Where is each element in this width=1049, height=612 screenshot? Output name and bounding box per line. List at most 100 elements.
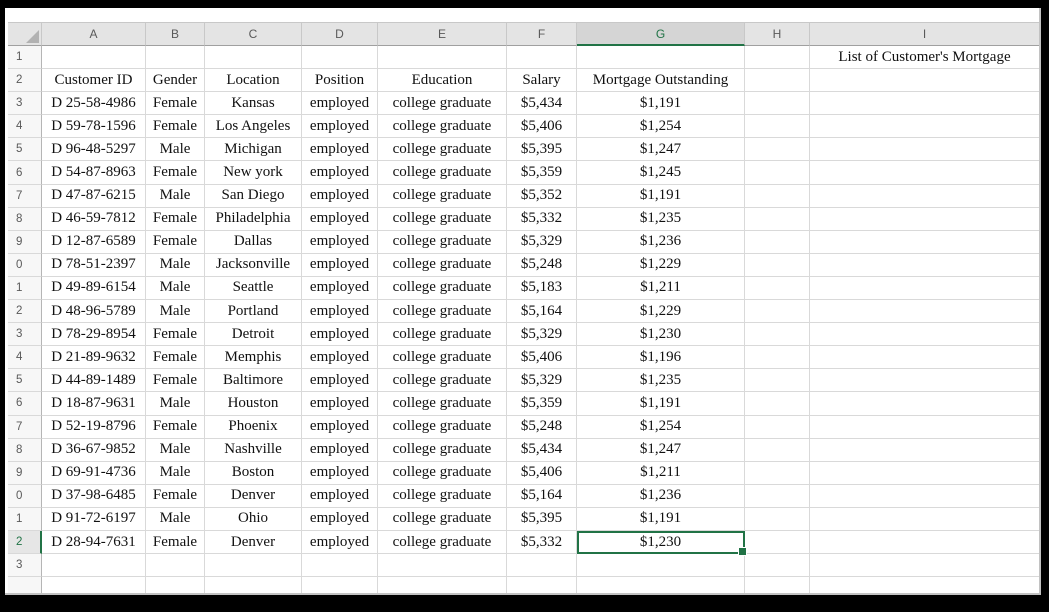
cell-B15[interactable]: Female [146, 369, 205, 393]
cell-D10[interactable]: employed [302, 253, 378, 277]
cell-G23[interactable] [577, 554, 745, 578]
cell-C18[interactable]: Nashville [205, 438, 302, 462]
cell-E23[interactable] [378, 554, 507, 578]
cell-G6[interactable]: $1,245 [577, 161, 745, 185]
cell-H18[interactable] [745, 438, 810, 462]
cell-A10[interactable]: D 78-51-2397 [42, 253, 146, 277]
cell-G21[interactable]: $1,191 [577, 507, 745, 531]
cell-F16[interactable]: $5,359 [507, 392, 577, 416]
cell-D15[interactable]: employed [302, 369, 378, 393]
column-header-F[interactable]: F [507, 22, 577, 46]
cell-I16[interactable] [810, 392, 1039, 416]
cell-I7[interactable] [810, 184, 1039, 208]
cell-D24[interactable] [302, 577, 378, 593]
cell-G12[interactable]: $1,229 [577, 300, 745, 324]
row-header-10[interactable]: 0 [8, 253, 42, 277]
cell-G15[interactable]: $1,235 [577, 369, 745, 393]
cell-A7[interactable]: D 47-87-6215 [42, 184, 146, 208]
cell-C19[interactable]: Boston [205, 461, 302, 485]
cell-H5[interactable] [745, 138, 810, 162]
cell-B8[interactable]: Female [146, 207, 205, 231]
cell-A5[interactable]: D 96-48-5297 [42, 138, 146, 162]
cell-H17[interactable] [745, 415, 810, 439]
cell-G24[interactable] [577, 577, 745, 593]
cell-I22[interactable] [810, 530, 1039, 555]
cell-B18[interactable]: Male [146, 438, 205, 462]
row-header-23[interactable]: 3 [8, 554, 42, 578]
cell-B12[interactable]: Male [146, 300, 205, 324]
cell-D20[interactable]: employed [302, 484, 378, 508]
cell-A13[interactable]: D 78-29-8954 [42, 323, 146, 347]
cell-I15[interactable] [810, 369, 1039, 393]
cell-D22[interactable]: employed [302, 530, 378, 555]
cell-G16[interactable]: $1,191 [577, 392, 745, 416]
cell-I13[interactable] [810, 323, 1039, 347]
cell-E9[interactable]: college graduate [378, 230, 507, 254]
cell-E3[interactable]: college graduate [378, 92, 507, 116]
cell-B17[interactable]: Female [146, 415, 205, 439]
cell-F1[interactable] [507, 46, 577, 70]
row-header-1[interactable]: 1 [8, 46, 42, 70]
cell-C6[interactable]: New york [205, 161, 302, 185]
cell-I9[interactable] [810, 230, 1039, 254]
cell-C15[interactable]: Baltimore [205, 369, 302, 393]
cell-A16[interactable]: D 18-87-9631 [42, 392, 146, 416]
cell-D2[interactable]: Position [302, 69, 378, 93]
cell-A15[interactable]: D 44-89-1489 [42, 369, 146, 393]
cell-E5[interactable]: college graduate [378, 138, 507, 162]
cell-A19[interactable]: D 69-91-4736 [42, 461, 146, 485]
cell-E19[interactable]: college graduate [378, 461, 507, 485]
cell-D5[interactable]: employed [302, 138, 378, 162]
row-header-9[interactable]: 9 [8, 230, 42, 254]
cell-D7[interactable]: employed [302, 184, 378, 208]
cell-H16[interactable] [745, 392, 810, 416]
cell-E13[interactable]: college graduate [378, 323, 507, 347]
cell-F18[interactable]: $5,434 [507, 438, 577, 462]
cell-B4[interactable]: Female [146, 115, 205, 139]
cell-A24[interactable] [42, 577, 146, 593]
cell-F20[interactable]: $5,164 [507, 484, 577, 508]
cell-C5[interactable]: Michigan [205, 138, 302, 162]
cell-F7[interactable]: $5,352 [507, 184, 577, 208]
cell-F3[interactable]: $5,434 [507, 92, 577, 116]
cell-B13[interactable]: Female [146, 323, 205, 347]
cell-B6[interactable]: Female [146, 161, 205, 185]
cell-F15[interactable]: $5,329 [507, 369, 577, 393]
cell-F2[interactable]: Salary [507, 69, 577, 93]
cell-C14[interactable]: Memphis [205, 346, 302, 370]
row-header-17[interactable]: 7 [8, 415, 42, 439]
column-header-B[interactable]: B [146, 22, 205, 46]
cell-A18[interactable]: D 36-67-9852 [42, 438, 146, 462]
cell-E24[interactable] [378, 577, 507, 593]
cell-E14[interactable]: college graduate [378, 346, 507, 370]
column-header-C[interactable]: C [205, 22, 302, 46]
cell-E7[interactable]: college graduate [378, 184, 507, 208]
cell-A21[interactable]: D 91-72-6197 [42, 507, 146, 531]
cell-H12[interactable] [745, 300, 810, 324]
cell-A1[interactable] [42, 46, 146, 70]
cell-A9[interactable]: D 12-87-6589 [42, 230, 146, 254]
cell-E6[interactable]: college graduate [378, 161, 507, 185]
cell-C4[interactable]: Los Angeles [205, 115, 302, 139]
cell-G17[interactable]: $1,254 [577, 415, 745, 439]
cell-F11[interactable]: $5,183 [507, 276, 577, 301]
row-header-7[interactable]: 7 [8, 184, 42, 208]
cell-B23[interactable] [146, 554, 205, 578]
cell-A3[interactable]: D 25-58-4986 [42, 92, 146, 116]
cell-H13[interactable] [745, 323, 810, 347]
row-header-8[interactable]: 8 [8, 207, 42, 231]
cell-C13[interactable]: Detroit [205, 323, 302, 347]
cell-H8[interactable] [745, 207, 810, 231]
select-all-corner[interactable] [8, 22, 42, 46]
cell-E8[interactable]: college graduate [378, 207, 507, 231]
cell-I4[interactable] [810, 115, 1039, 139]
column-header-G[interactable]: G [577, 22, 745, 46]
cell-B5[interactable]: Male [146, 138, 205, 162]
column-header-E[interactable]: E [378, 22, 507, 46]
cell-H19[interactable] [745, 461, 810, 485]
cell-I19[interactable] [810, 461, 1039, 485]
cell-I6[interactable] [810, 161, 1039, 185]
cell-H3[interactable] [745, 92, 810, 116]
cell-H7[interactable] [745, 184, 810, 208]
row-header-3[interactable]: 3 [8, 92, 42, 116]
